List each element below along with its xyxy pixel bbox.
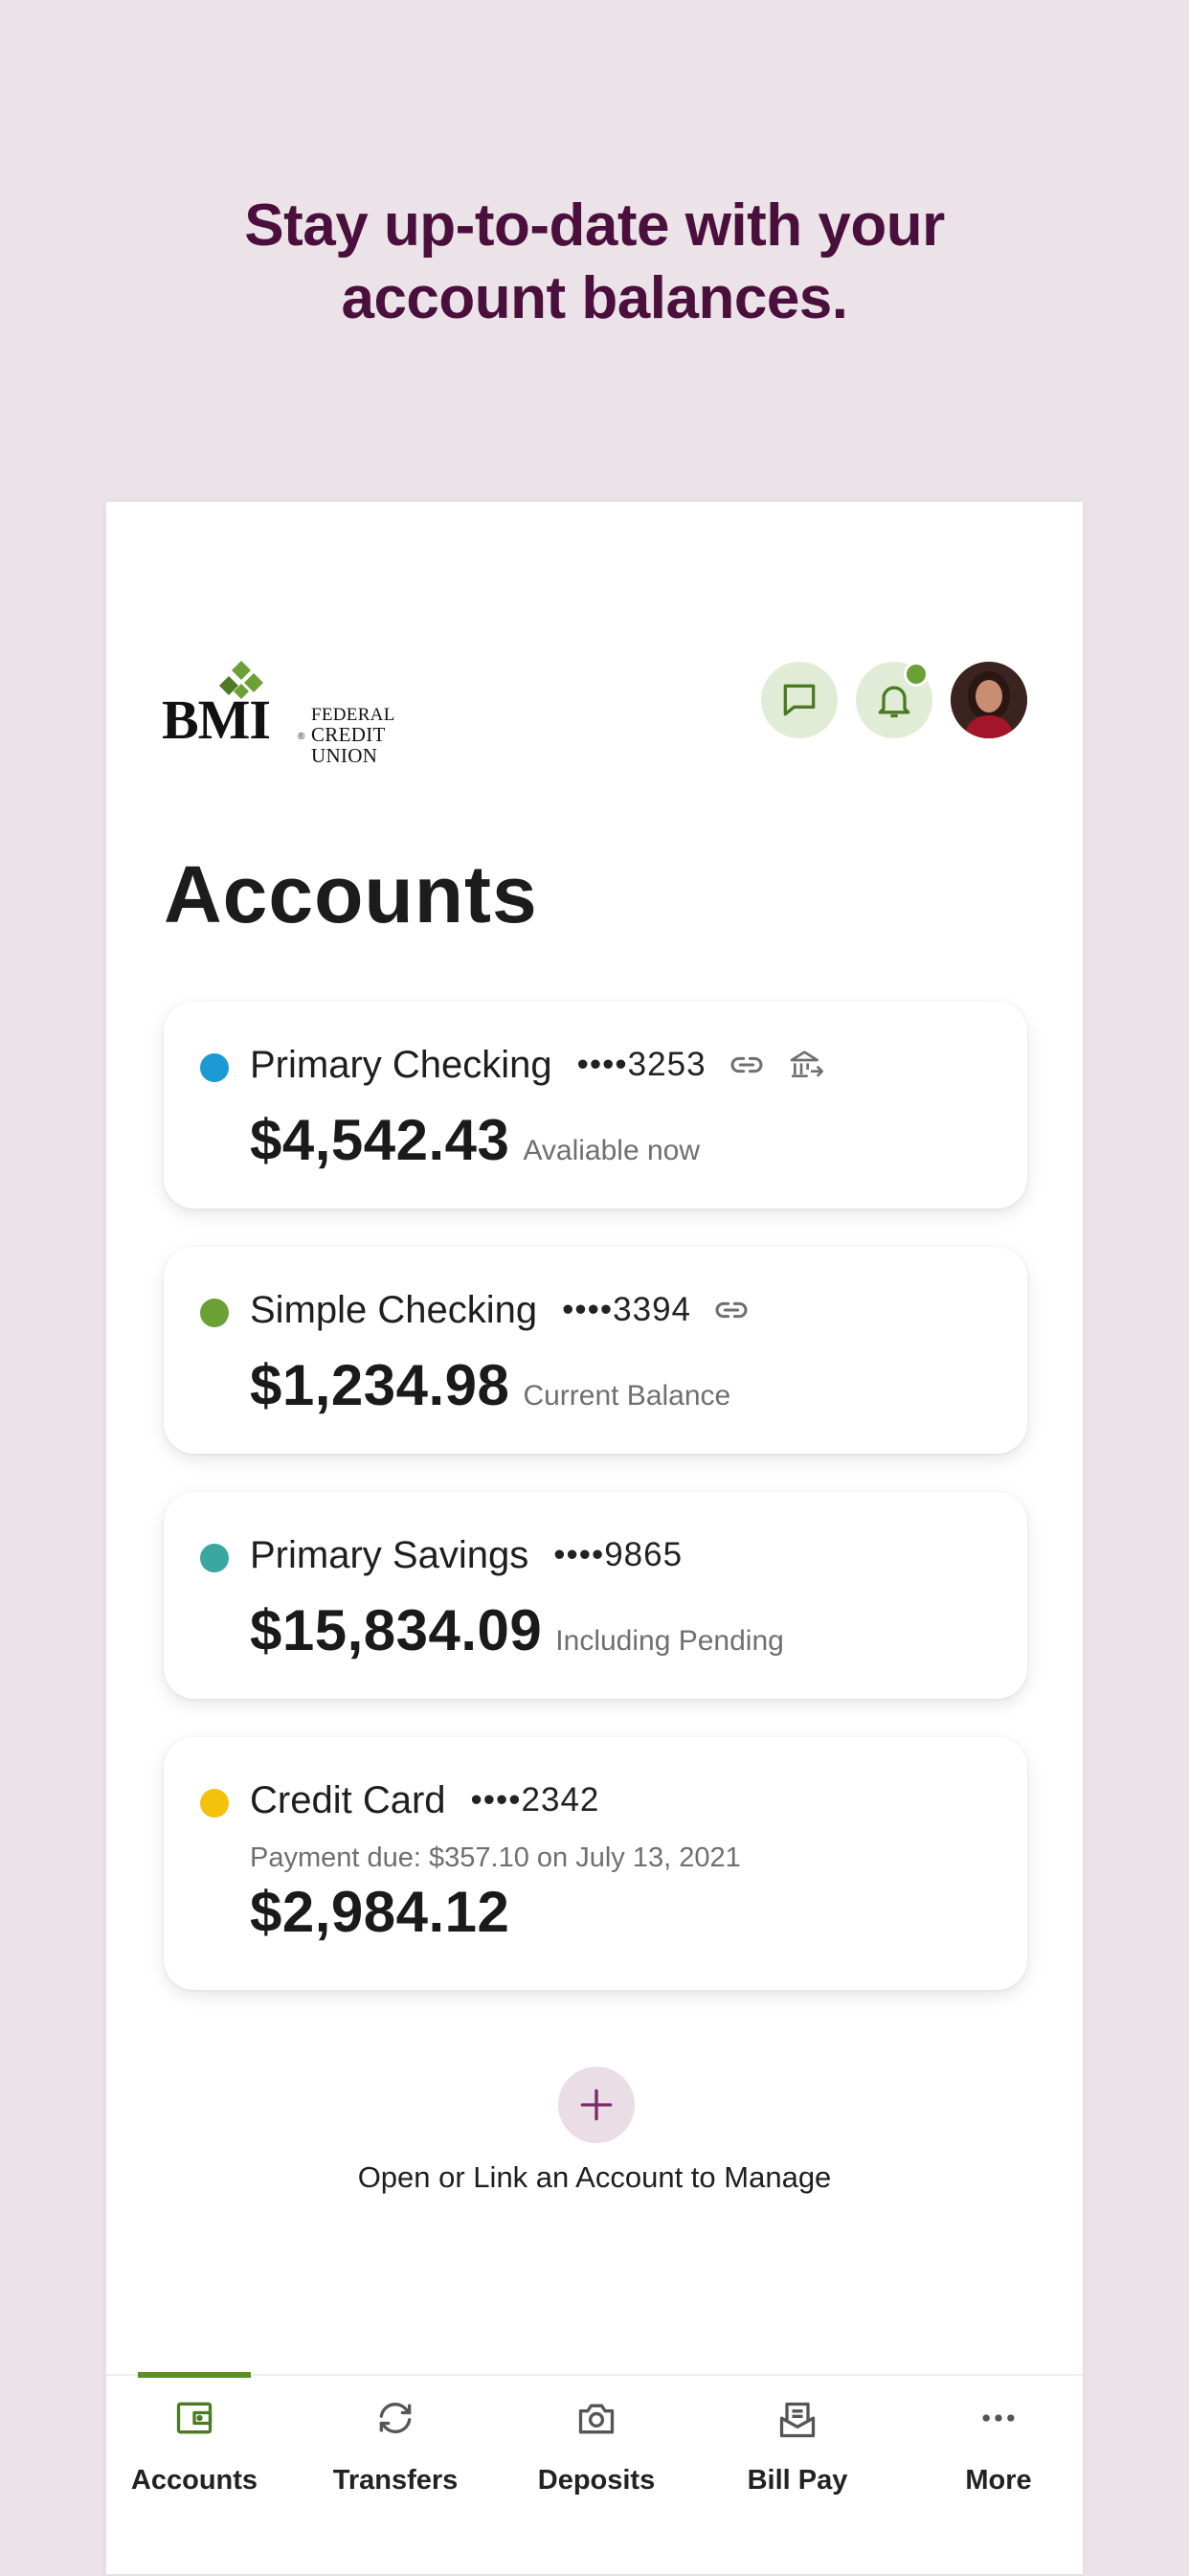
page-title: Accounts [164, 849, 538, 939]
account-header: Credit Card ••••2342 [250, 1777, 620, 1823]
account-card-credit-card[interactable]: Credit Card ••••2342 Payment due: $357.1… [164, 1737, 1027, 1990]
account-card-primary-checking[interactable]: Primary Checking ••••3253 $4,542.43 Aval… [164, 1002, 1027, 1209]
balance-label: Including Pending [555, 1625, 784, 1657]
transfer-arrows-icon [379, 2403, 412, 2433]
bmi-logo: BMI ® FEDERAL CREDIT UNION [162, 661, 449, 766]
link-icon [712, 1291, 751, 1329]
link-icon [728, 1046, 766, 1084]
account-color-dot [200, 1299, 229, 1327]
chat-bubble-icon [783, 684, 816, 716]
app-screen: BMI ® FEDERAL CREDIT UNION Accounts Prim… [106, 502, 1083, 2574]
account-number: ••••3394 [562, 1291, 692, 1328]
user-photo-icon [951, 662, 1027, 738]
balance-label: Avaliable now [523, 1135, 701, 1166]
payment-due: Payment due: $357.10 on July 13, 2021 [250, 1842, 741, 1873]
account-header: Primary Savings ••••9865 [250, 1532, 704, 1578]
notification-dot [904, 662, 929, 687]
tab-transfers[interactable]: Transfers [298, 2376, 493, 2520]
more-dots-icon [982, 2414, 1015, 2422]
account-color-dot [200, 1544, 229, 1572]
headline-line-1: Stay up-to-date with your [244, 192, 945, 259]
balance-row: $4,542.43 Avaliable now [250, 1107, 700, 1173]
account-card-simple-checking[interactable]: Simple Checking ••••3394 $1,234.98 Curre… [164, 1247, 1027, 1454]
brand-credit-union: CREDIT UNION [311, 723, 386, 767]
account-balance: $2,984.12 [250, 1880, 510, 1944]
bell-icon [878, 686, 910, 718]
tab-more[interactable]: More [901, 2376, 1096, 2520]
tab-label: Accounts [130, 2465, 258, 2496]
balance-row: $1,234.98 Current Balance [250, 1352, 730, 1418]
bill-envelope-icon [779, 2402, 816, 2438]
plus-icon [580, 2089, 613, 2121]
headline-line-2: account balances. [341, 265, 848, 331]
camera-icon [578, 2404, 615, 2434]
account-balance: $1,234.98 [250, 1353, 510, 1417]
tab-deposits[interactable]: Deposits [499, 2376, 694, 2520]
promo-headline: Stay up-to-date with your account balanc… [0, 190, 1189, 335]
tab-label: Transfers [332, 2465, 459, 2496]
account-card-primary-savings[interactable]: Primary Savings ••••9865 $15,834.09 Incl… [164, 1492, 1027, 1699]
account-name: Primary Savings [250, 1533, 529, 1576]
account-color-dot [200, 1789, 229, 1818]
notifications-button[interactable] [856, 662, 932, 738]
tab-label: More [965, 2465, 1032, 2496]
bottom-tab-bar: Accounts Transfers Deposits Bill Pay Mor… [106, 2372, 1083, 2576]
account-color-dot [200, 1053, 229, 1082]
bank-transfer-icon [787, 1046, 825, 1084]
tab-accounts[interactable]: Accounts [97, 2376, 292, 2520]
account-name: Credit Card [250, 1778, 446, 1821]
messages-button[interactable] [761, 662, 838, 738]
account-balance: $4,542.43 [250, 1108, 510, 1172]
bmi-wordmark: BMI [162, 689, 271, 751]
balance-row: $15,834.09 Including Pending [250, 1597, 784, 1663]
tab-label: Bill Pay [747, 2465, 848, 2496]
account-header: Simple Checking ••••3394 [250, 1287, 772, 1333]
account-number: ••••3253 [576, 1046, 707, 1083]
add-account-button[interactable] [558, 2067, 635, 2143]
account-number: ••••9865 [553, 1536, 684, 1573]
account-name: Simple Checking [250, 1288, 538, 1331]
balance-row: $2,984.12 [250, 1879, 509, 1945]
balance-label: Current Balance [523, 1380, 731, 1412]
add-account-label[interactable]: Open or Link an Account to Manage [106, 2160, 1083, 2195]
account-balance: $15,834.09 [250, 1598, 543, 1662]
registered-mark: ® [298, 732, 305, 742]
tab-bill-pay[interactable]: Bill Pay [700, 2376, 895, 2520]
account-number: ••••2342 [470, 1781, 600, 1819]
avatar[interactable] [951, 662, 1027, 738]
tab-label: Deposits [537, 2465, 656, 2496]
account-name: Primary Checking [250, 1043, 552, 1086]
wallet-icon [176, 2402, 213, 2434]
account-header: Primary Checking ••••3253 [250, 1042, 846, 1088]
